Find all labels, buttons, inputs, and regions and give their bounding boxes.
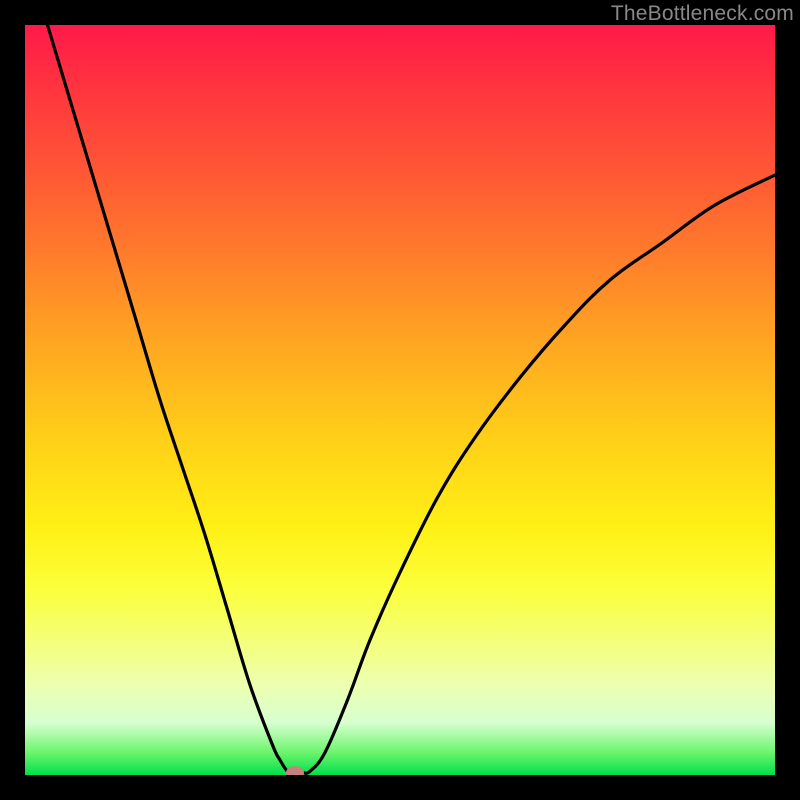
plot-area: [25, 25, 775, 775]
optimum-marker: [286, 766, 304, 775]
watermark-text: TheBottleneck.com: [611, 2, 794, 26]
chart-frame: TheBottleneck.com: [0, 0, 800, 800]
bottleneck-curve: [48, 25, 776, 773]
curve-layer: [25, 25, 775, 775]
